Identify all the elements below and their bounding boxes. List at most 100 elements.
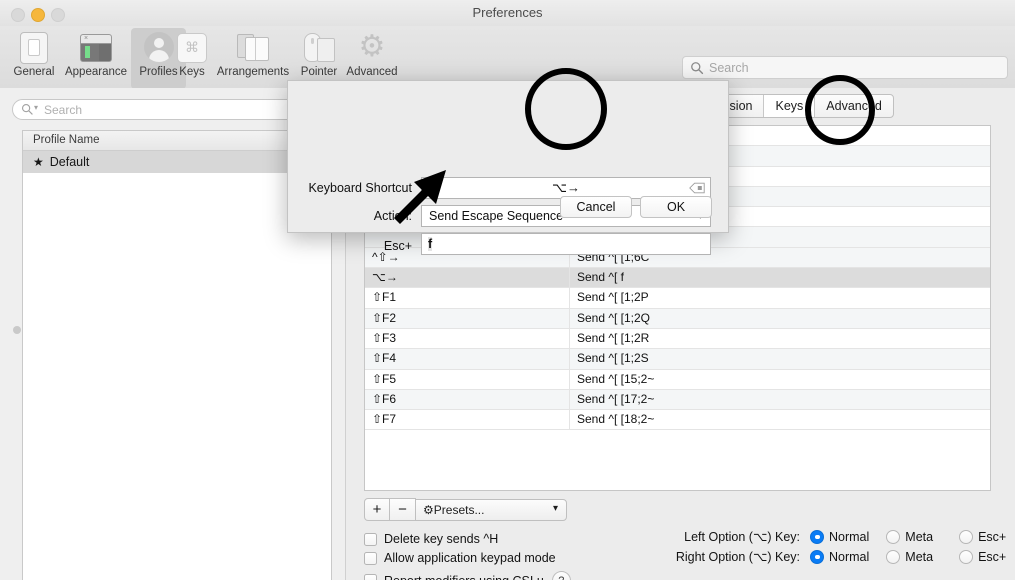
checkbox-label: Report modifiers using CSI u xyxy=(384,574,544,580)
toolbar-item-keys[interactable]: ⌘ Keys xyxy=(170,28,214,89)
toolbar-item-general[interactable]: General xyxy=(6,28,62,89)
preferences-window: Preferences General × Appearance Profile… xyxy=(0,0,1015,580)
radio-label: Esc+ xyxy=(978,529,1007,544)
radio-label: Meta xyxy=(905,549,934,564)
radio-button[interactable] xyxy=(886,549,901,564)
presets-row: + − ⚙ Presets... ▾ xyxy=(364,498,567,521)
profile-row-default[interactable]: ★ Default xyxy=(23,151,331,173)
star-icon: ★ xyxy=(33,155,44,169)
tab-keys[interactable]: Keys xyxy=(764,95,816,117)
table-row-selected[interactable]: ⌥→ Send ^[ f xyxy=(365,268,990,289)
radio-button[interactable] xyxy=(959,529,974,544)
help-button[interactable]: ? xyxy=(551,571,571,580)
split-view-handle[interactable] xyxy=(13,326,21,334)
toolbar-item-label: Arrangements xyxy=(216,66,290,78)
right-option-key-label: Right Option (⌥) Key: xyxy=(675,550,800,564)
window-title: Preferences xyxy=(472,5,543,20)
cancel-button[interactable]: Cancel xyxy=(560,196,632,218)
profile-search-input[interactable]: ▾ Search xyxy=(12,99,332,120)
radio-label: Meta xyxy=(905,529,934,544)
checkbox-allow-keypad-mode[interactable]: Allow application keypad mode xyxy=(364,551,556,565)
profiles-table[interactable]: Profile Name ★ Default xyxy=(22,130,332,580)
right-option-key-row: Right Option (⌥) Key: Normal Meta Esc+ xyxy=(652,549,1006,564)
radio-button[interactable] xyxy=(886,529,901,544)
action-cell: Send ^[ [1;2Q xyxy=(577,310,651,325)
checkbox-label: Delete key sends ^H xyxy=(384,532,499,546)
radio-label: Normal xyxy=(829,529,870,544)
presets-dropdown[interactable]: ⚙ Presets... ▾ xyxy=(415,498,567,521)
gear-icon: ⚙ xyxy=(423,502,434,517)
esc-plus-field[interactable]: f xyxy=(421,233,711,255)
action-cell: Send ^[ [1;2S xyxy=(577,351,649,366)
add-mapping-button[interactable]: + xyxy=(364,498,390,521)
gear-icon: ⚙ xyxy=(358,30,386,63)
right-option-normal-radio[interactable]: Normal xyxy=(810,549,869,564)
right-option-escplus-radio[interactable]: Esc+ xyxy=(959,549,1007,564)
presets-label: Presets... xyxy=(433,502,485,517)
action-cell: Send ^[ [17;2~ xyxy=(577,391,655,406)
chevron-down-icon[interactable]: ▾ xyxy=(34,103,38,112)
checkbox-report-modifiers-csi-u[interactable]: Report modifiers using CSI u ? xyxy=(364,571,571,580)
key-cell: ⌥→ xyxy=(365,268,570,288)
esc-plus-value: f xyxy=(428,237,433,251)
right-option-meta-radio[interactable]: Meta xyxy=(886,549,934,564)
table-row[interactable]: ⇧F7 Send ^[ [18;2~ xyxy=(365,410,990,431)
action-cell: Send ^[ [1;2R xyxy=(577,330,650,345)
left-option-escplus-radio[interactable]: Esc+ xyxy=(959,529,1007,544)
checkbox-box[interactable] xyxy=(364,532,377,546)
action-cell: Send ^[ [1;2P xyxy=(577,290,649,305)
radio-button[interactable] xyxy=(959,549,974,564)
radio-button[interactable] xyxy=(810,529,824,544)
left-option-meta-radio[interactable]: Meta xyxy=(886,529,934,544)
checkbox-box[interactable] xyxy=(364,551,377,565)
table-row[interactable]: ⇧F1 Send ^[ [1;2P xyxy=(365,288,990,309)
titlebar: Preferences xyxy=(0,0,1015,27)
chevron-down-icon: ▾ xyxy=(552,502,558,514)
radio-label: Esc+ xyxy=(978,549,1007,564)
backspace-delete-icon[interactable] xyxy=(689,182,705,194)
left-option-key-row: Left Option (⌥) Key: Normal Meta Esc+ xyxy=(652,529,1006,544)
toolbar-item-label: Pointer xyxy=(300,66,338,78)
ok-button[interactable]: OK xyxy=(640,196,712,218)
table-row[interactable]: ⇧F2 Send ^[ [1;2Q xyxy=(365,308,990,329)
keyboard-shortcut-label: Keyboard Shortcut xyxy=(308,181,412,195)
pointer-icon xyxy=(302,31,336,64)
action-label: Action: xyxy=(373,209,412,223)
action-cell: Send ^[ f xyxy=(577,270,624,285)
toolbar-item-label: Keys xyxy=(179,66,205,78)
radio-button[interactable] xyxy=(810,549,824,564)
table-row[interactable]: ⇧F5 Send ^[ [15;2~ xyxy=(365,369,990,390)
toolbar-search-field[interactable]: Search xyxy=(682,56,1008,79)
left-option-normal-radio[interactable]: Normal xyxy=(810,529,870,544)
checkbox-delete-key-sends[interactable]: Delete key sends ^H xyxy=(364,532,498,546)
action-cell: Send ^[ [15;2~ xyxy=(577,371,655,386)
appearance-icon: × xyxy=(79,31,113,64)
key-cell: ⇧F4 xyxy=(365,349,570,369)
search-icon xyxy=(691,62,704,75)
remove-mapping-button[interactable]: − xyxy=(390,498,416,521)
arrangements-icon xyxy=(236,31,270,64)
checkbox-box[interactable] xyxy=(364,574,377,580)
tab-advanced[interactable]: Advanced xyxy=(815,95,893,117)
esc-plus-label: Esc+ xyxy=(383,239,412,253)
table-row[interactable]: ⇧F6 Send ^[ [17;2~ xyxy=(365,389,990,411)
action-cell: Send ^[ [18;2~ xyxy=(577,412,655,427)
key-cell: ⇧F6 xyxy=(365,389,570,410)
profiles-table-header: Profile Name xyxy=(23,131,331,151)
profile-name: Default xyxy=(49,155,90,169)
toolbar-item-label: Advanced xyxy=(346,66,398,78)
table-row[interactable]: ⇧F3 Send ^[ [1;2R xyxy=(365,328,990,350)
action-value: Send Escape Sequence xyxy=(429,209,564,223)
toolbar-item-appearance[interactable]: × Appearance xyxy=(62,28,130,89)
key-cell: ⇧F2 xyxy=(365,308,570,328)
toolbar-item-label: Appearance xyxy=(64,66,128,78)
keyboard-shortcut-value: ⌥→ xyxy=(552,180,580,195)
toolbar-item-arrangements[interactable]: Arrangements xyxy=(211,28,295,89)
keyboard-shortcut-dialog: Keyboard Shortcut ⌥→ Action: Send Escape… xyxy=(287,80,729,255)
keys-icon: ⌘ xyxy=(175,31,209,64)
key-cell: ⇧F1 xyxy=(365,288,570,308)
profile-search-placeholder: Search xyxy=(44,103,83,117)
key-cell: ⇧F5 xyxy=(365,369,570,389)
table-row[interactable]: ⇧F4 Send ^[ [1;2S xyxy=(365,349,990,370)
left-option-key-label: Left Option (⌥) Key: xyxy=(684,530,800,544)
